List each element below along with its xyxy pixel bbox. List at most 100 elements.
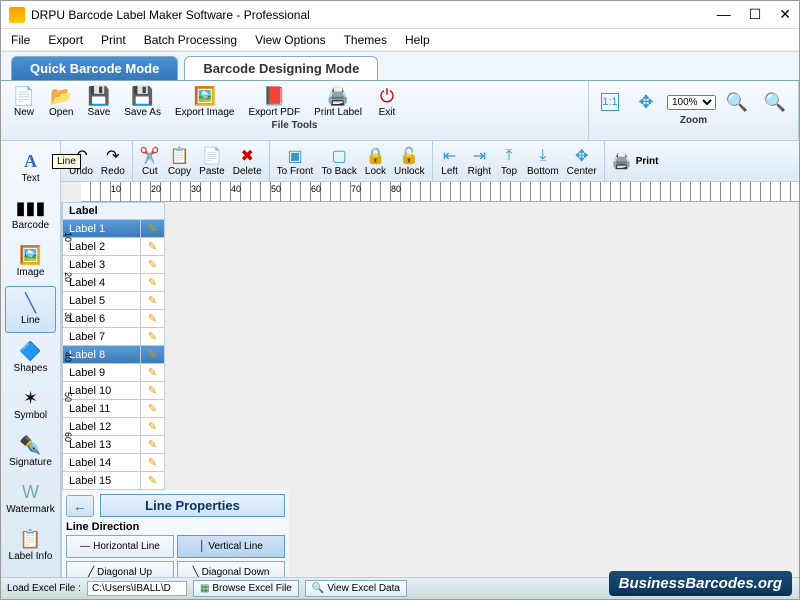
saveas-button[interactable]: 💾Save As: [118, 83, 167, 120]
pencil-icon[interactable]: ✎: [140, 310, 164, 327]
browse-excel-button[interactable]: ▦Browse Excel File: [193, 580, 299, 597]
list-item[interactable]: Label 7✎: [62, 328, 165, 346]
zoom-in-button[interactable]: 🔍: [720, 89, 754, 115]
pencil-icon[interactable]: ✎: [140, 220, 164, 237]
tool-text[interactable]: AText: [5, 145, 56, 190]
window-title: DRPU Barcode Label Maker Software - Prof…: [31, 8, 717, 22]
save-button[interactable]: 💾Save: [81, 83, 116, 120]
tool-shapes[interactable]: 🔷Shapes: [5, 335, 56, 380]
excel-path-input[interactable]: C:\Users\IBALL\D: [87, 581, 187, 596]
tooltip-line: Line: [52, 154, 61, 169]
diagonal-down-button[interactable]: ╲Diagonal Down: [177, 561, 285, 577]
pencil-icon[interactable]: ✎: [140, 382, 164, 399]
pencil-icon[interactable]: ✎: [140, 364, 164, 381]
fit-button[interactable]: 1:1: [595, 91, 625, 113]
pencil-icon[interactable]: ✎: [140, 436, 164, 453]
app-icon: [9, 7, 25, 23]
list-item[interactable]: Label 4✎: [62, 274, 165, 292]
menu-help[interactable]: Help: [405, 33, 430, 47]
align-left-button[interactable]: ⇤Left: [436, 146, 464, 177]
print-button[interactable]: 🖨️: [608, 151, 636, 171]
toback-button[interactable]: ▢To Back: [317, 146, 361, 177]
zoom-out-button[interactable]: 🔍: [758, 89, 792, 115]
maximize-button[interactable]: ☐: [749, 6, 762, 23]
list-item[interactable]: Label 9✎: [62, 364, 165, 382]
tab-quick-barcode[interactable]: Quick Barcode Mode: [11, 56, 178, 80]
load-excel-label: Load Excel File :: [7, 583, 81, 594]
pencil-icon[interactable]: ✎: [140, 292, 164, 309]
list-item[interactable]: Label 6✎: [62, 310, 165, 328]
list-item[interactable]: Label 11✎: [62, 400, 165, 418]
pencil-icon[interactable]: ✎: [140, 238, 164, 255]
open-button[interactable]: 📂Open: [43, 83, 79, 120]
horizontal-line-button[interactable]: —Horizontal Line: [66, 535, 174, 558]
align-bottom-button[interactable]: ⤓Bottom: [523, 146, 563, 177]
fit-window-button[interactable]: ✥: [629, 89, 663, 115]
pencil-icon[interactable]: ✎: [140, 400, 164, 417]
export-image-button[interactable]: 🖼️Export Image: [169, 83, 240, 120]
cut-button[interactable]: ✂️Cut: [136, 146, 164, 177]
menubar: File Export Print Batch Processing View …: [1, 29, 799, 51]
print-label: Print: [636, 156, 659, 167]
menu-file[interactable]: File: [11, 33, 30, 47]
list-item[interactable]: Label 1✎: [62, 220, 165, 238]
list-item[interactable]: Label 15✎: [62, 472, 165, 490]
back-button[interactable]: ←: [66, 495, 94, 517]
watermark-logo: BusinessBarcodes.org: [609, 571, 792, 596]
tool-image[interactable]: 🖼️Image: [5, 239, 56, 284]
align-center-button[interactable]: ✥Center: [563, 146, 601, 177]
pencil-icon[interactable]: ✎: [140, 346, 164, 363]
zoom-select[interactable]: 100%: [667, 95, 716, 110]
view-excel-button[interactable]: 🔍View Excel Data: [305, 580, 407, 597]
tool-barcode[interactable]: ▮▮▮Barcode: [5, 192, 56, 237]
tool-signature[interactable]: ✒️Signature: [5, 429, 56, 474]
tool-symbol[interactable]: ✶Symbol: [5, 382, 56, 427]
tofront-button[interactable]: ▣To Front: [273, 146, 318, 177]
menu-batch[interactable]: Batch Processing: [144, 33, 237, 47]
ruler-horizontal: 1020 3040 5060 7080: [81, 182, 799, 202]
list-item[interactable]: Label 8✎: [62, 346, 165, 364]
vertical-line-button[interactable]: │Vertical Line: [177, 535, 285, 558]
export-pdf-button[interactable]: 📕Export PDF: [242, 83, 306, 120]
props-title: Line Properties: [100, 494, 285, 517]
minimize-button[interactable]: —: [717, 6, 731, 23]
unlock-button[interactable]: 🔓Unlock: [390, 146, 429, 177]
list-item[interactable]: Label 14✎: [62, 454, 165, 472]
lock-button[interactable]: 🔒Lock: [361, 146, 390, 177]
list-item[interactable]: Label 13✎: [62, 436, 165, 454]
list-item[interactable]: Label 10✎: [62, 382, 165, 400]
tool-line[interactable]: ╲Line: [5, 286, 56, 333]
print-label-button[interactable]: 🖨️Print Label: [308, 83, 368, 120]
properties-panel: ← Line Properties Line Direction —Horizo…: [61, 490, 289, 577]
menu-export[interactable]: Export: [48, 33, 83, 47]
new-button[interactable]: 📄New: [7, 83, 41, 120]
menu-view[interactable]: View Options: [255, 33, 325, 47]
list-item[interactable]: Label 2✎: [62, 238, 165, 256]
menu-themes[interactable]: Themes: [344, 33, 387, 47]
redo-button[interactable]: ↷Redo: [97, 146, 129, 177]
exit-button[interactable]: ⏻Exit: [370, 83, 404, 120]
file-tools-label: File Tools: [7, 120, 582, 132]
paste-button[interactable]: 📄Paste: [195, 146, 229, 177]
menu-print[interactable]: Print: [101, 33, 126, 47]
align-right-button[interactable]: ⇥Right: [464, 146, 495, 177]
align-top-button[interactable]: ⤒Top: [495, 146, 523, 177]
tab-barcode-designing[interactable]: Barcode Designing Mode: [184, 56, 378, 80]
tool-label-info[interactable]: 📋Label Info: [5, 523, 56, 568]
delete-button[interactable]: ✖Delete: [229, 146, 266, 177]
copy-button[interactable]: 📋Copy: [164, 146, 195, 177]
pencil-icon[interactable]: ✎: [140, 454, 164, 471]
zoom-label: Zoom: [595, 115, 792, 127]
pencil-icon[interactable]: ✎: [140, 274, 164, 291]
list-item[interactable]: Label 5✎: [62, 292, 165, 310]
close-button[interactable]: ✕: [779, 6, 791, 23]
pencil-icon[interactable]: ✎: [140, 418, 164, 435]
list-item[interactable]: Label 3✎: [62, 256, 165, 274]
diagonal-up-button[interactable]: ╱Diagonal Up: [66, 561, 174, 577]
tool-watermark[interactable]: WWatermark: [5, 476, 56, 521]
pencil-icon[interactable]: ✎: [140, 472, 164, 489]
label-list-header: Label: [62, 202, 165, 220]
list-item[interactable]: Label 12✎: [62, 418, 165, 436]
pencil-icon[interactable]: ✎: [140, 256, 164, 273]
pencil-icon[interactable]: ✎: [140, 328, 164, 345]
